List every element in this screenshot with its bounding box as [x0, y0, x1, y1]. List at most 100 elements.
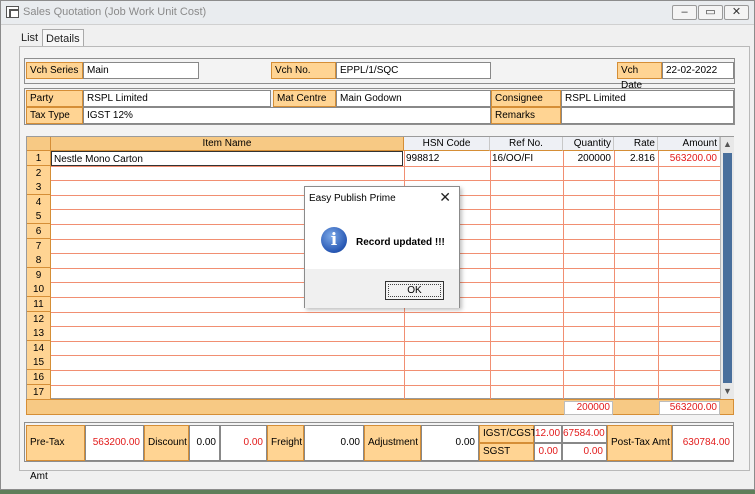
vch-date-label: Vch Date [617, 62, 662, 91]
row-number[interactable]: 2 [27, 165, 51, 181]
title-bar[interactable]: Sales Quotation (Job Work Unit Cost) – ▭… [1, 1, 754, 25]
adjustment-field[interactable]: 0.00 [421, 425, 479, 461]
row-divider [51, 340, 720, 342]
sgst-amount: 0.00 [562, 443, 607, 461]
app-window-icon [6, 6, 19, 18]
vch-date-field[interactable]: 22-02-2022 [662, 62, 734, 79]
row-number[interactable]: 4 [27, 194, 51, 210]
col-rate[interactable]: Rate [614, 137, 658, 151]
row-divider [51, 370, 720, 371]
sales-quotation-window: Sales Quotation (Job Work Unit Cost) – ▭… [0, 0, 755, 490]
window-title: Sales Quotation (Job Work Unit Cost) [23, 6, 207, 18]
freight-label: Freight [267, 425, 304, 461]
vch-series-label: Vch Series [26, 62, 83, 79]
pre-tax-label: Pre-Tax Amt [26, 425, 85, 482]
row-number[interactable]: 13 [27, 326, 51, 342]
row-divider [51, 384, 720, 386]
col-item-name[interactable]: Item Name [51, 137, 404, 151]
sgst-label: SGST [479, 443, 534, 461]
vch-no-label: Vch No. [271, 62, 336, 79]
totals-footer: Pre-Tax Amt 563200.00 Discount 0.00 0.00… [24, 422, 734, 482]
restore-button[interactable]: ▭ [698, 5, 723, 20]
row-divider [51, 311, 720, 313]
party-label: Party [26, 90, 83, 107]
pre-tax-amount: 563200.00 [85, 425, 144, 461]
consignee-field[interactable]: RSPL Limited [561, 90, 734, 107]
row-number[interactable]: 1 [27, 151, 51, 166]
item-name-cell[interactable]: Nestle Mono Carton [51, 151, 403, 166]
grid-totals-row: 200000 563200.00 [26, 399, 734, 415]
row-number[interactable]: 3 [27, 180, 51, 196]
post-tax-amount: 630784.00 [672, 425, 734, 461]
ok-button[interactable]: OK [385, 281, 444, 300]
freight-field[interactable]: 0.00 [304, 425, 364, 461]
igst-amount: 67584.00 [562, 425, 607, 443]
dialog-close-icon[interactable]: ✕ [439, 189, 451, 206]
dialog-title: Easy Publish Prime [309, 193, 396, 204]
vch-no-field[interactable]: EPPL/1/SQC [336, 62, 491, 79]
ref-no-cell[interactable]: 16/OO/FI [492, 151, 562, 166]
mat-centre-label: Mat Centre [273, 90, 336, 107]
vch-series-field[interactable]: Main [83, 62, 199, 79]
row-divider [51, 326, 720, 328]
row-number[interactable]: 9 [27, 267, 51, 283]
row-number[interactable]: 8 [27, 253, 51, 269]
row-number[interactable]: 6 [27, 224, 51, 239]
rate-cell[interactable]: 2.816 [615, 151, 655, 166]
total-amount: 563200.00 [659, 401, 720, 415]
mat-centre-field[interactable]: Main Godown [336, 90, 491, 107]
col-divider [490, 151, 491, 400]
col-ref-no[interactable]: Ref No. [490, 137, 563, 151]
tax-type-field[interactable]: IGST 12% [83, 107, 491, 124]
col-hsn-code[interactable]: HSN Code [404, 137, 490, 151]
remarks-label: Remarks [491, 107, 561, 124]
row-number[interactable]: 17 [27, 384, 51, 400]
tab-list[interactable]: List [21, 29, 38, 47]
minimize-button[interactable]: – [672, 5, 697, 20]
sgst-percent[interactable]: 0.00 [534, 443, 562, 461]
col-divider [658, 151, 659, 400]
tax-type-label: Tax Type [26, 107, 83, 124]
igst-percent[interactable]: 12.00 [534, 425, 562, 443]
quantity-cell[interactable]: 200000 [564, 151, 611, 166]
discount-percent-field[interactable]: 0.00 [189, 425, 220, 461]
adjustment-label: Adjustment [364, 425, 421, 461]
scroll-up-icon[interactable]: ▲ [723, 138, 732, 150]
total-quantity: 200000 [564, 401, 613, 415]
info-icon: i [321, 227, 347, 253]
row-divider [51, 355, 720, 357]
col-quantity[interactable]: Quantity [563, 137, 614, 151]
row-number[interactable]: 10 [27, 282, 51, 298]
hsn-code-cell[interactable]: 998812 [406, 151, 490, 166]
col-divider [614, 151, 615, 400]
col-amount[interactable]: Amount [658, 137, 720, 151]
dialog-footer: OK [305, 269, 459, 308]
discount-label: Discount [144, 425, 189, 461]
discount-amount: 0.00 [220, 425, 267, 461]
remarks-field[interactable] [561, 107, 734, 124]
tab-details[interactable]: Details [42, 29, 84, 47]
close-button[interactable]: ✕ [724, 5, 749, 20]
row-number[interactable]: 14 [27, 340, 51, 356]
igst-label: IGST/CGST [479, 425, 537, 443]
row-divider [51, 180, 720, 182]
scroll-down-icon[interactable]: ▼ [723, 385, 732, 397]
party-field[interactable]: RSPL Limited [83, 90, 271, 107]
scrollbar-thumb[interactable] [723, 153, 732, 383]
post-tax-label: Post-Tax Amt [607, 425, 672, 461]
row-number[interactable]: 12 [27, 311, 51, 327]
party-section: Party RSPL Limited Mat Centre Main Godow… [24, 88, 735, 125]
row-number[interactable]: 5 [27, 209, 51, 225]
voucher-header: Vch Series Main Vch No. EPPL/1/SQC Vch D… [24, 58, 735, 91]
row-header-corner [27, 137, 51, 151]
row-number[interactable]: 11 [27, 297, 51, 312]
row-number[interactable]: 16 [27, 370, 51, 385]
consignee-label: Consignee [491, 90, 561, 107]
amount-cell[interactable]: 563200.00 [659, 151, 717, 166]
row-number[interactable]: 15 [27, 355, 51, 371]
dialog-message: Record updated !!! [356, 237, 445, 248]
grid-scrollbar[interactable]: ▲ ▼ [720, 137, 734, 399]
col-divider [563, 151, 564, 400]
row-number[interactable]: 7 [27, 238, 51, 254]
message-dialog: Easy Publish Prime ✕ i Record updated !!… [304, 186, 460, 308]
